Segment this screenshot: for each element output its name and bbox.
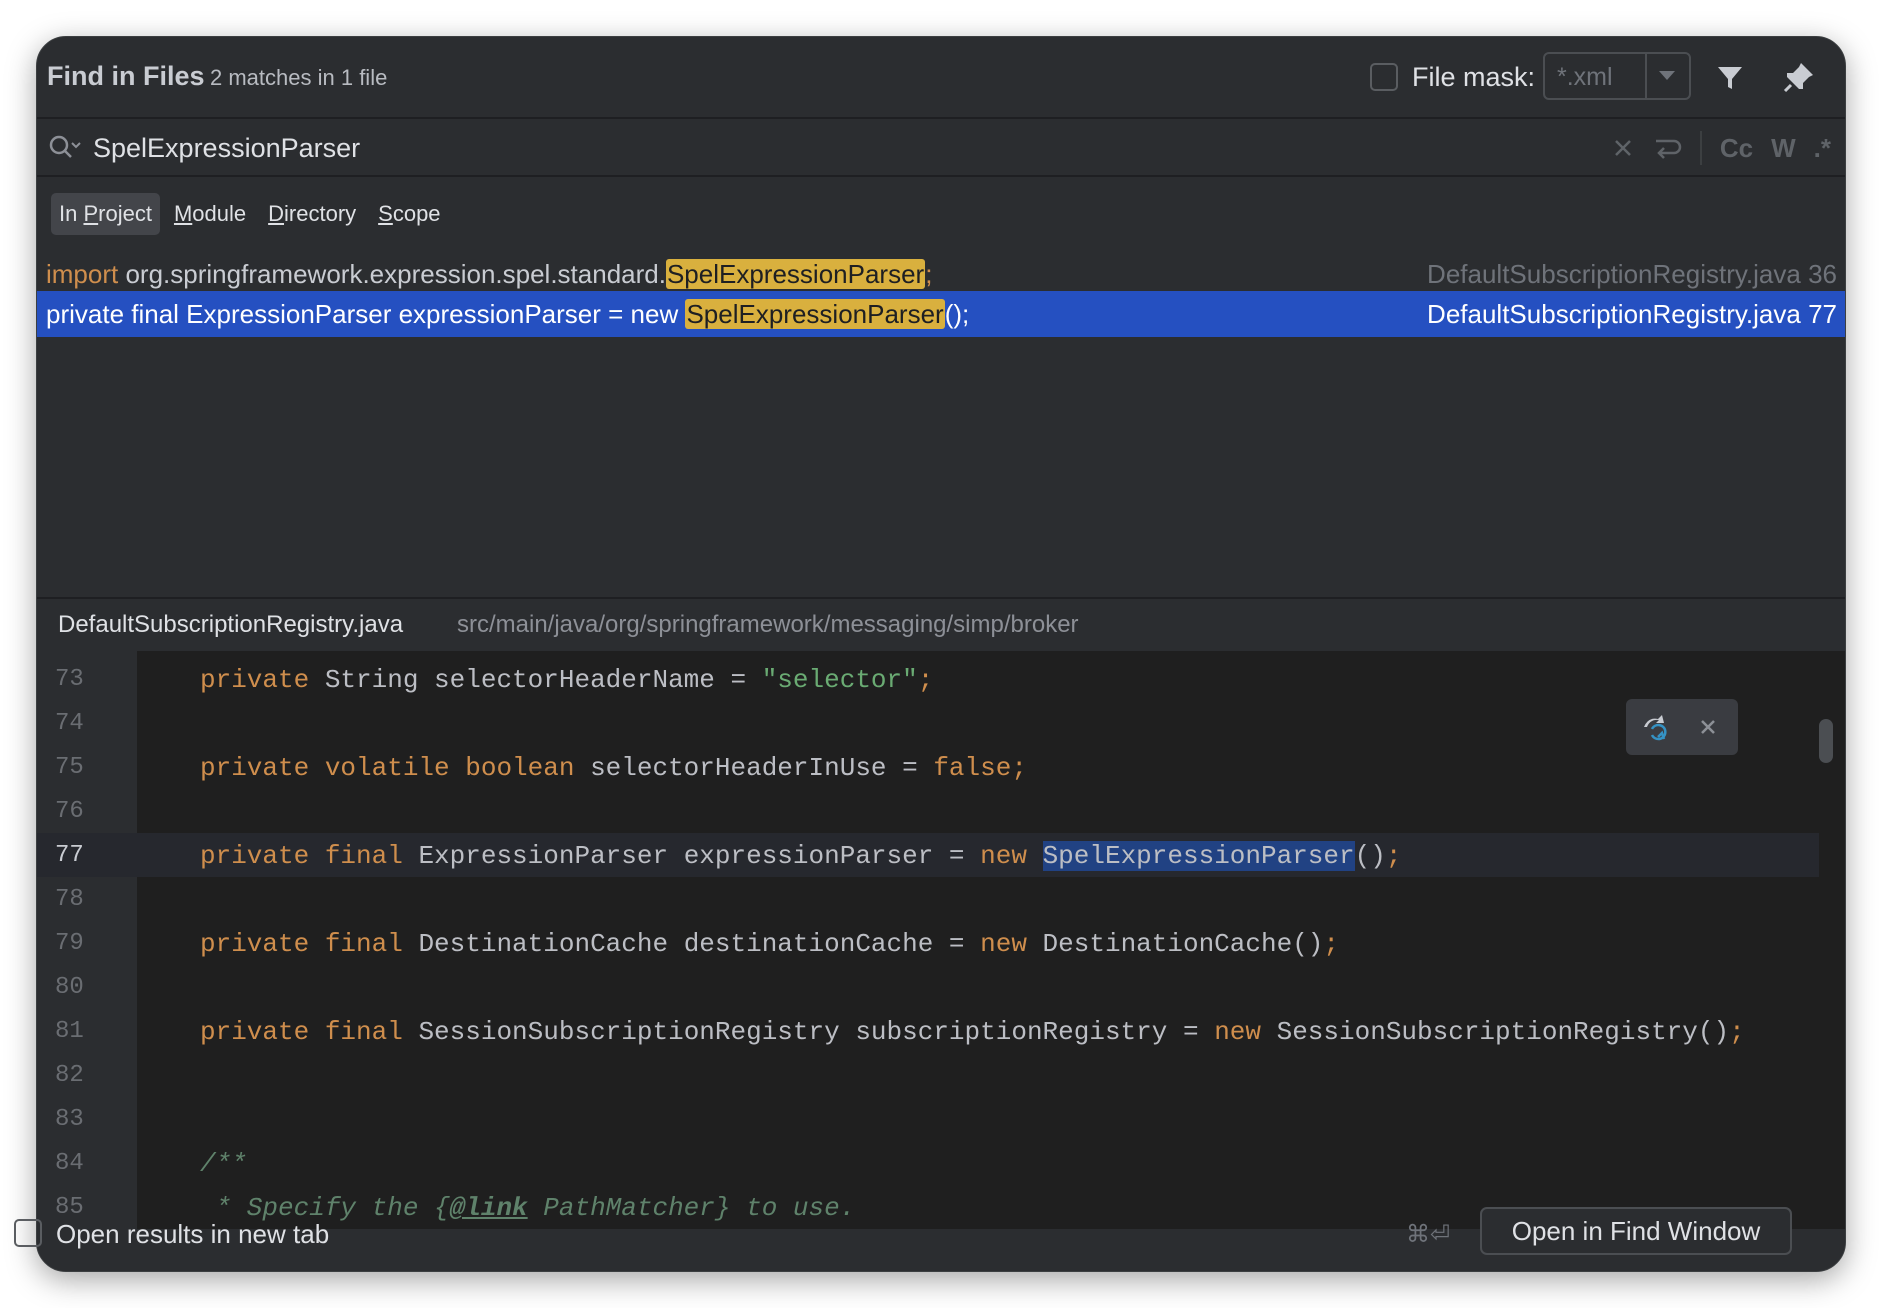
floating-toolbar [1626,699,1738,755]
line-number: 74 [55,710,84,737]
code-line: 80 [37,965,1819,1009]
search-divider [37,175,1845,177]
match-case-toggle[interactable]: Cc [1720,133,1753,164]
search-input[interactable]: SpelExpressionParser [93,133,360,164]
search-history-icon[interactable] [47,133,81,161]
code-text: private final ExpressionParser expressio… [200,841,1402,871]
match-count: 2 matches in 1 file [210,65,388,90]
line-number: 73 [55,666,84,693]
code-line: 78 [37,877,1819,921]
code-line: 75 private volatile boolean selectorHeade… [37,745,1819,789]
filter-icon[interactable] [1712,59,1748,95]
code-text: private final SessionSubscriptionRegistr… [200,1017,1745,1047]
code-line: 74 [37,701,1819,745]
open-new-tab-label: Open results in new tab [56,1219,330,1249]
words-toggle[interactable]: W [1771,133,1796,164]
line-number: 78 [55,886,84,913]
sync-icon[interactable] [1638,709,1674,745]
find-in-files-popup: Find in Files 2 matches in 1 file File m… [36,36,1846,1272]
result-row-selected[interactable]: private final ExpressionParser expressio… [37,291,1845,337]
results-list: import org.springframework.expression.sp… [37,251,1845,595]
line-number: 80 [55,974,84,1001]
code-text: private final DestinationCache destinati… [200,929,1340,959]
chevron-down-icon[interactable] [1659,71,1675,80]
search-tools: Cc W .* [1612,131,1831,165]
header: Find in Files 2 matches in 1 file File m… [37,37,1845,117]
combo-divider [1645,54,1647,98]
code-line-current: 77 private final ExpressionParser express… [37,833,1819,877]
open-new-tab-checkbox[interactable] [14,1219,42,1247]
close-icon[interactable] [1690,709,1726,745]
result-text: import org.springframework.expression.sp… [46,258,933,289]
code-line: 81 private final SessionSubscriptionRegis… [37,1009,1819,1053]
code-line: 82 [37,1053,1819,1097]
code-text: private volatile boolean selectorHeaderI… [200,753,1027,783]
result-location: DefaultSubscriptionRegistry.java 36 [1427,258,1837,289]
popup-title: Find in Files [47,61,205,91]
line-number: 79 [55,930,84,957]
code-preview[interactable]: 73 private String selectorHeaderName = "s… [37,651,1845,1229]
result-location: DefaultSubscriptionRegistry.java 77 [1427,298,1837,329]
code-line: 76 [37,789,1819,833]
line-number: 83 [55,1106,84,1133]
shortcut-hint: ⌘⏎ [1406,1221,1451,1248]
code-text: private String selectorHeaderName = "sel… [200,665,934,695]
scrollbar-thumb[interactable] [1819,719,1833,763]
code-line: 79 private final DestinationCache destina… [37,921,1819,965]
line-number: 82 [55,1062,84,1089]
line-number: 84 [55,1150,84,1177]
tab-directory[interactable]: Directory [260,193,364,235]
line-number: 85 [55,1194,84,1221]
code-text: /** [200,1149,247,1179]
line-number: 75 [55,754,84,781]
tab-scope[interactable]: Scope [370,193,448,235]
tab-in-project[interactable]: In Project [51,193,160,235]
regex-toggle[interactable]: .* [1814,133,1831,164]
preview-file-name: DefaultSubscriptionRegistry.java [58,611,404,638]
scope-tabs: In Project Module Directory Scope [51,192,449,236]
result-text: private final ExpressionParser expressio… [46,298,970,329]
file-mask-label: File mask: [1412,62,1536,92]
preview-header: DefaultSubscriptionRegistry.java src/mai… [37,597,1845,649]
tab-module[interactable]: Module [166,193,254,235]
preview-file-path: src/main/java/org/springframework/messag… [457,611,1079,638]
tools-divider [1699,131,1702,165]
open-in-find-window-button[interactable]: Open in Find Window [1480,1207,1792,1255]
file-mask-combobox[interactable]: *.xml [1543,52,1691,100]
line-number: 77 [55,842,84,869]
line-number: 81 [55,1018,84,1045]
clear-icon[interactable] [1612,137,1634,159]
file-mask-checkbox[interactable] [1370,63,1398,91]
line-number: 76 [55,798,84,825]
search-row: SpelExpressionParser Cc W .* [37,119,1845,175]
code-line: 84 /** [37,1141,1819,1185]
code-line: 83 [37,1097,1819,1141]
newline-icon[interactable] [1652,135,1682,161]
code-line: 73 private String selectorHeaderName = "s… [37,657,1819,701]
file-mask-value: *.xml [1557,63,1613,91]
pin-icon[interactable] [1781,59,1817,95]
